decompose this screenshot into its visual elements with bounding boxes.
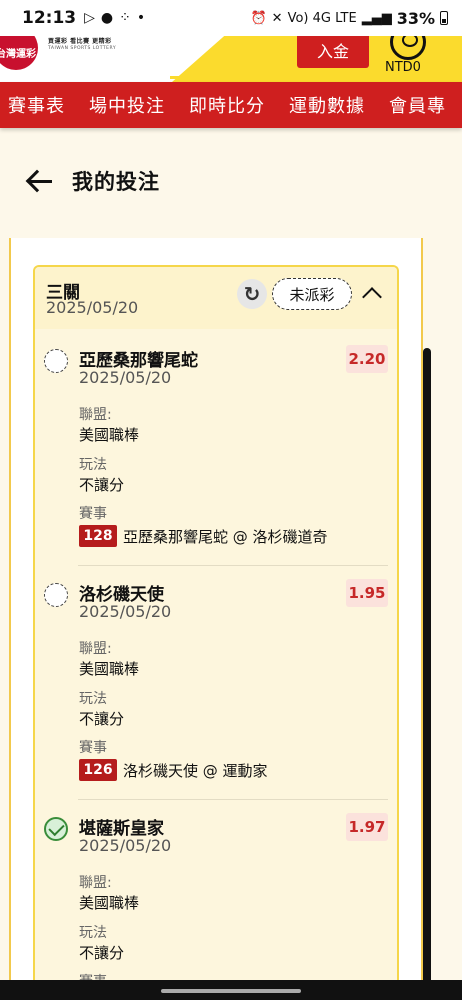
check-circle-icon — [44, 817, 68, 841]
league-label: 聯盟: — [79, 875, 112, 891]
status-time: 12:13 — [22, 8, 77, 28]
battery-icon — [440, 11, 448, 25]
battery-level: 33% — [396, 8, 435, 28]
divider — [78, 565, 388, 566]
play-value: 不讓分 — [79, 476, 125, 494]
pending-status-icon — [44, 349, 68, 373]
event-row: 128 亞歷桑那響尾蛇 @ 洛杉磯道奇 — [79, 525, 328, 547]
status-bar: 12:13 ▷ ● ⁘ • ⏰ ✕ Vo) 4G LTE ▂▄▆ 33% — [0, 0, 462, 36]
deposit-button[interactable]: 入金 — [297, 36, 369, 68]
event-name: 洛杉磯天使 @ 運動家 — [123, 761, 268, 780]
header-accent-line — [170, 76, 462, 79]
back-arrow-icon[interactable] — [26, 167, 54, 195]
page-title: 我的投注 — [72, 170, 160, 194]
chevron-up-icon[interactable] — [361, 283, 381, 303]
logo[interactable]: 台灣運彩 — [0, 36, 38, 70]
chat-icon: ● — [100, 10, 114, 26]
page-header: 我的投注 — [26, 166, 160, 196]
app-header: 台灣運彩 買運彩 看比賽 更精彩 TAIWAN SPORTS LOTTERY 入… — [0, 36, 462, 82]
event-name: 亞歷桑那響尾蛇 @ 洛杉磯道奇 — [123, 527, 328, 546]
main-nav: 賽事表 場中投注 即時比分 運動數據 會員專 — [0, 82, 462, 128]
leg-odds: 2.20 — [346, 345, 388, 373]
pending-status-icon — [44, 583, 68, 607]
league-value: 美國職棒 — [79, 894, 140, 912]
event-label: 賽事 — [79, 506, 107, 522]
bet-card-header[interactable]: 三關 2025/05/20 ↻ 未派彩 — [35, 267, 397, 329]
nav-item-live-scores[interactable]: 即時比分 — [189, 92, 279, 118]
leg-odds: 1.97 — [346, 813, 388, 841]
nav-item-member[interactable]: 會員專 — [389, 92, 460, 118]
event-id-badge: 128 — [79, 525, 117, 547]
leg-date: 2025/05/20 — [79, 368, 172, 387]
status-badge: 未派彩 — [272, 278, 352, 310]
nav-item-sports-data[interactable]: 運動數據 — [289, 92, 379, 118]
bet-date: 2025/05/20 — [46, 298, 139, 317]
league-label: 聯盟: — [79, 641, 112, 657]
dot-icon: • — [136, 10, 146, 26]
bet-card: 三關 2025/05/20 ↻ 未派彩 亞歷桑那響尾蛇 2025/05/20 2… — [33, 265, 399, 1000]
event-row: 126 洛杉磯天使 @ 運動家 — [79, 759, 268, 781]
gesture-nav-bar[interactable] — [0, 980, 462, 1000]
league-label: 聯盟: — [79, 407, 112, 423]
play-label: 玩法 — [79, 925, 107, 941]
signal-icon: ▂▄▆ — [361, 10, 392, 26]
play-store-icon: ▷ — [84, 10, 95, 26]
nav-item-live-betting[interactable]: 場中投注 — [89, 92, 179, 118]
balance: NTD0 — [385, 60, 421, 75]
play-label: 玩法 — [79, 457, 107, 473]
apps-icon: ⁘ — [119, 10, 131, 26]
nav-item-schedule[interactable]: 賽事表 — [8, 92, 79, 118]
leg-date: 2025/05/20 — [79, 602, 172, 621]
system-icons: ⏰ ✕ Vo) 4G LTE ▂▄▆ 33% — [250, 9, 448, 28]
logo-english: TAIWAN SPORTS LOTTERY — [48, 46, 117, 51]
divider — [78, 799, 388, 800]
leg-odds: 1.95 — [346, 579, 388, 607]
leg-date: 2025/05/20 — [79, 836, 172, 855]
mute-icon: ✕ — [271, 10, 283, 26]
notification-icons: ▷ ● ⁘ • — [84, 10, 145, 26]
event-id-badge: 126 — [79, 759, 117, 781]
event-label: 賽事 — [79, 740, 107, 756]
league-value: 美國職棒 — [79, 660, 140, 678]
logo-tagline: 買運彩 看比賽 更精彩 — [48, 38, 112, 45]
play-value: 不讓分 — [79, 710, 125, 728]
league-value: 美國職棒 — [79, 426, 140, 444]
play-label: 玩法 — [79, 691, 107, 707]
play-value: 不讓分 — [79, 944, 125, 962]
refresh-icon[interactable]: ↻ — [237, 279, 267, 309]
alarm-icon: ⏰ — [250, 10, 267, 26]
scrollbar[interactable] — [423, 348, 431, 988]
network-label: Vo) 4G LTE — [287, 10, 357, 26]
